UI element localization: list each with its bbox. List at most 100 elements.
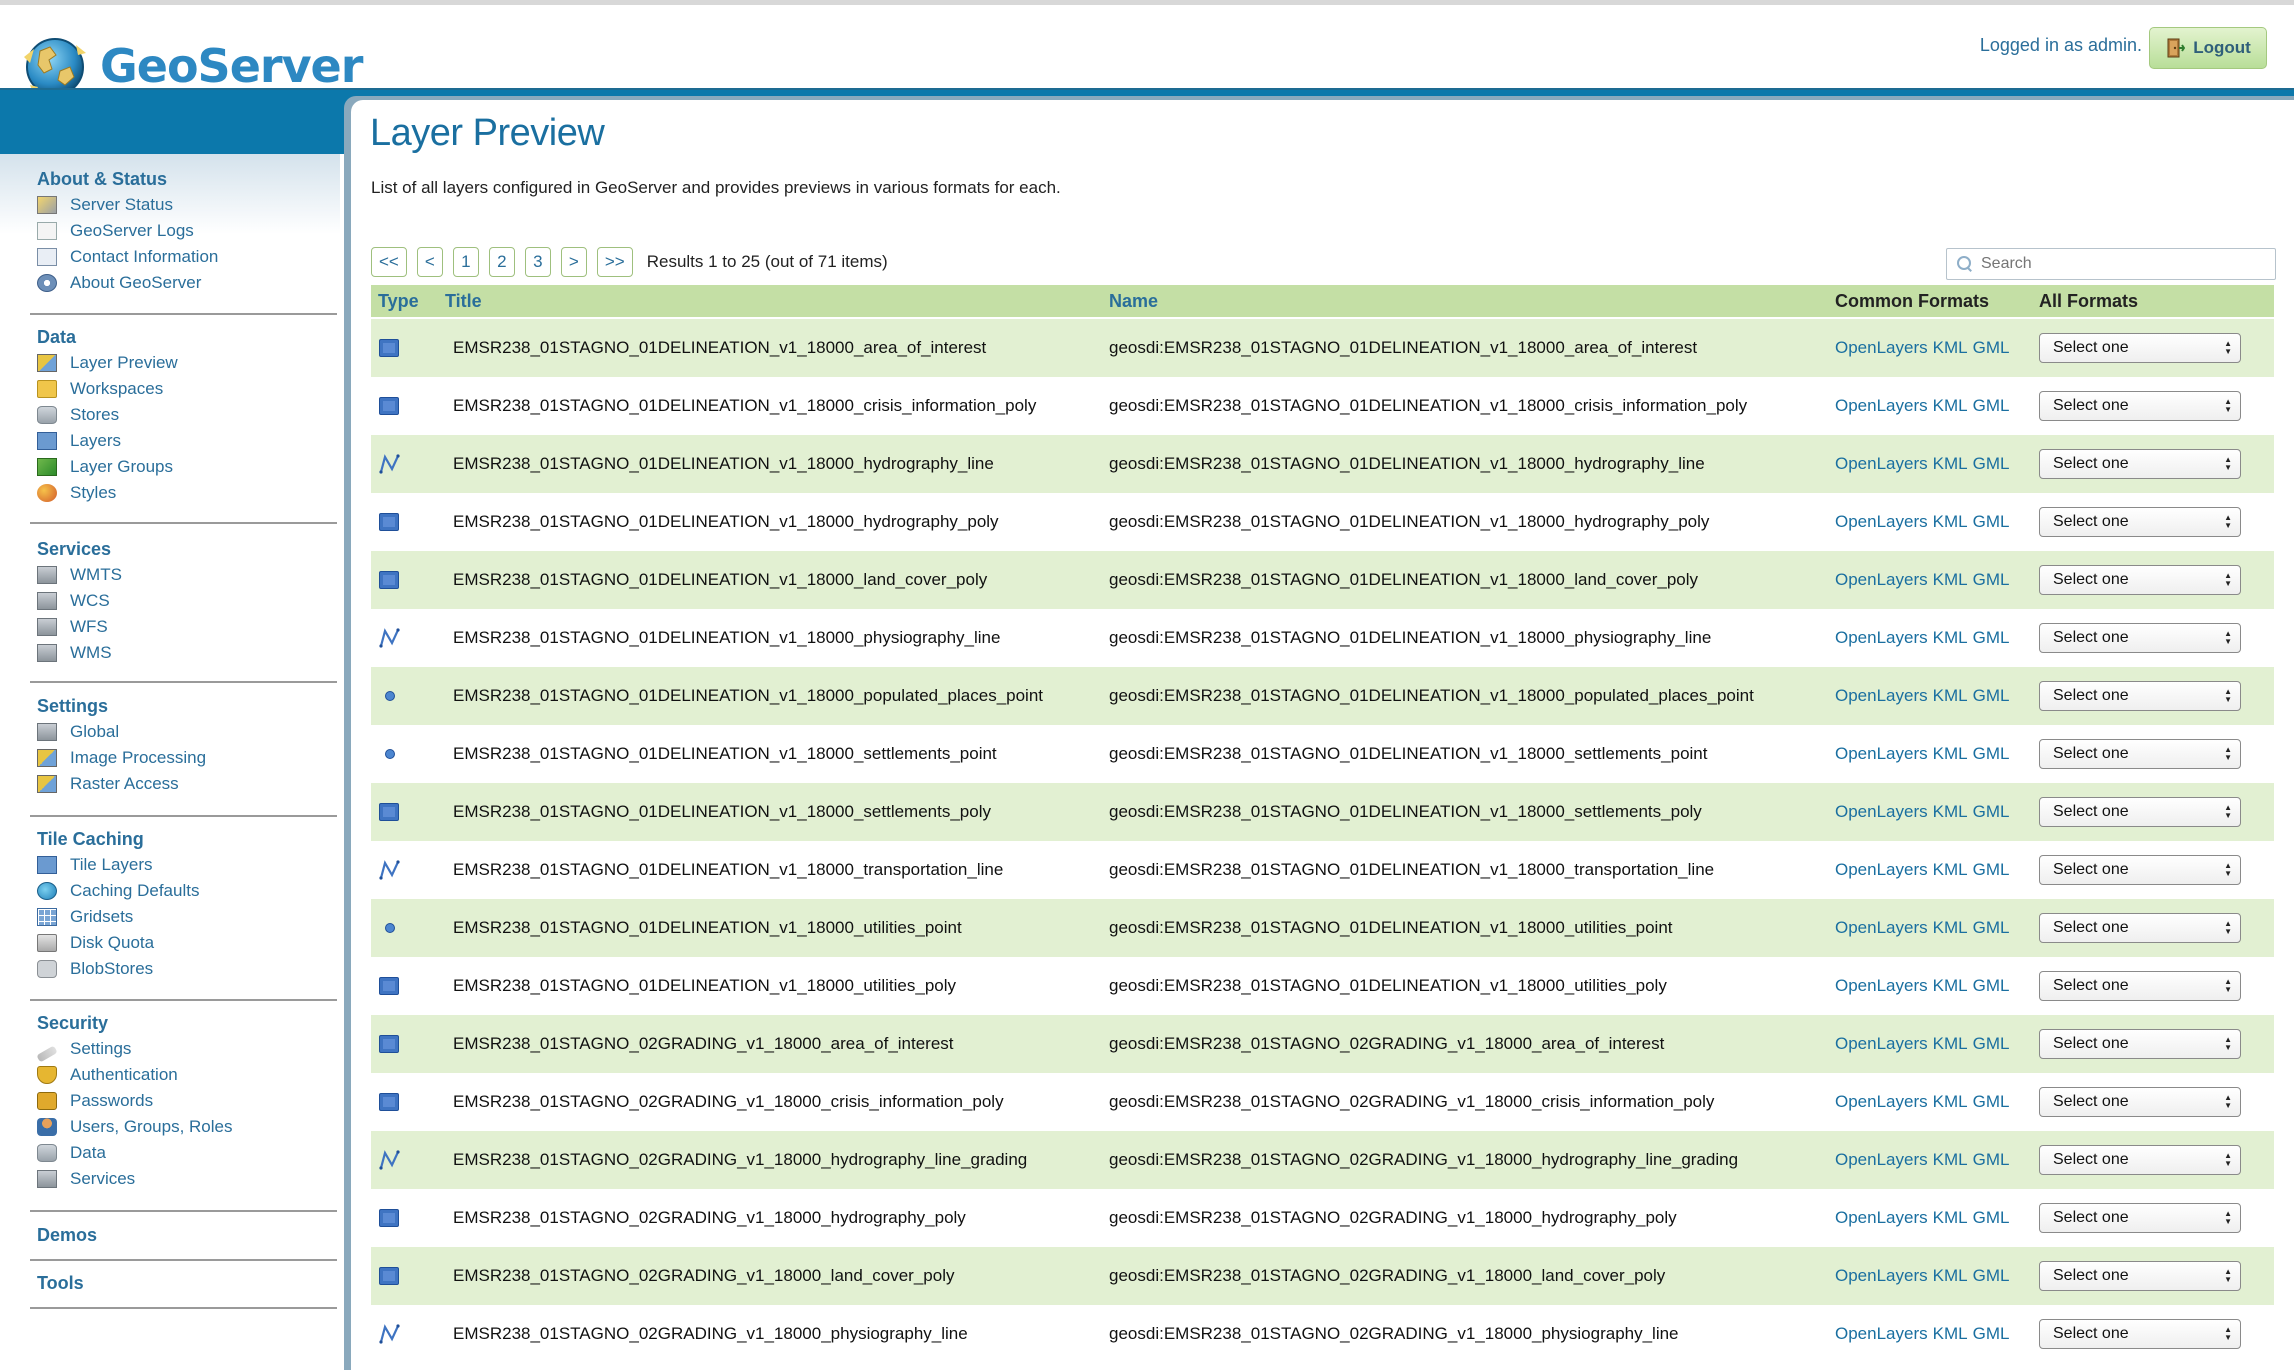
openlayers-link[interactable]: OpenLayers: [1835, 1034, 1928, 1053]
gml-link[interactable]: GML: [1973, 860, 2010, 879]
nav-heading[interactable]: Services: [30, 536, 337, 562]
next-page-button[interactable]: >: [560, 247, 587, 277]
sidebar-item-users-groups-roles[interactable]: Users, Groups, Roles: [30, 1114, 337, 1140]
kml-link[interactable]: KML: [1933, 338, 1968, 357]
gml-link[interactable]: GML: [1973, 454, 2010, 473]
format-select[interactable]: Select one ▲ ▼: [2039, 565, 2241, 595]
nav-heading[interactable]: Security: [30, 1010, 337, 1036]
search-input[interactable]: [1981, 255, 2261, 273]
kml-link[interactable]: KML: [1933, 918, 1968, 937]
sidebar-item-stores[interactable]: Stores: [30, 402, 337, 428]
openlayers-link[interactable]: OpenLayers: [1835, 1208, 1928, 1227]
format-select[interactable]: Select one ▲ ▼: [2039, 333, 2241, 363]
sidebar-item-about-geoserver[interactable]: About GeoServer: [30, 270, 337, 296]
sidebar-item-global[interactable]: Global: [30, 719, 337, 745]
gml-link[interactable]: GML: [1973, 1092, 2010, 1111]
kml-link[interactable]: KML: [1933, 628, 1968, 647]
kml-link[interactable]: KML: [1933, 976, 1968, 995]
page-3-button[interactable]: 3: [524, 247, 551, 277]
column-header-title[interactable]: Title: [439, 291, 1103, 312]
nav-heading[interactable]: About & Status: [30, 166, 337, 192]
nav-heading-demos[interactable]: Demos: [30, 1222, 337, 1248]
gml-link[interactable]: GML: [1973, 628, 2010, 647]
kml-link[interactable]: KML: [1933, 860, 1968, 879]
openlayers-link[interactable]: OpenLayers: [1835, 628, 1928, 647]
openlayers-link[interactable]: OpenLayers: [1835, 512, 1928, 531]
openlayers-link[interactable]: OpenLayers: [1835, 1324, 1928, 1343]
openlayers-link[interactable]: OpenLayers: [1835, 860, 1928, 879]
kml-link[interactable]: KML: [1933, 512, 1968, 531]
format-select[interactable]: Select one ▲ ▼: [2039, 681, 2241, 711]
sidebar-item-layer-groups[interactable]: Layer Groups: [30, 454, 337, 480]
kml-link[interactable]: KML: [1933, 454, 1968, 473]
openlayers-link[interactable]: OpenLayers: [1835, 396, 1928, 415]
sidebar-item-wfs[interactable]: WFS: [30, 614, 337, 640]
kml-link[interactable]: KML: [1933, 1150, 1968, 1169]
nav-heading-tools[interactable]: Tools: [30, 1270, 337, 1296]
sidebar-item-disk-quota[interactable]: Disk Quota: [30, 930, 337, 956]
gml-link[interactable]: GML: [1973, 744, 2010, 763]
gml-link[interactable]: GML: [1973, 338, 2010, 357]
format-select[interactable]: Select one ▲ ▼: [2039, 623, 2241, 653]
openlayers-link[interactable]: OpenLayers: [1835, 976, 1928, 995]
format-select[interactable]: Select one ▲ ▼: [2039, 1029, 2241, 1059]
sidebar-item-workspaces[interactable]: Workspaces: [30, 376, 337, 402]
kml-link[interactable]: KML: [1933, 396, 1968, 415]
sidebar-item-gridsets[interactable]: Gridsets: [30, 904, 337, 930]
openlayers-link[interactable]: OpenLayers: [1835, 1266, 1928, 1285]
gml-link[interactable]: GML: [1973, 918, 2010, 937]
openlayers-link[interactable]: OpenLayers: [1835, 686, 1928, 705]
kml-link[interactable]: KML: [1933, 1092, 1968, 1111]
sidebar-item-contact-information[interactable]: Contact Information: [30, 244, 337, 270]
openlayers-link[interactable]: OpenLayers: [1835, 1092, 1928, 1111]
gml-link[interactable]: GML: [1973, 512, 2010, 531]
gml-link[interactable]: GML: [1973, 686, 2010, 705]
sidebar-item-layers[interactable]: Layers: [30, 428, 337, 454]
format-select[interactable]: Select one ▲ ▼: [2039, 449, 2241, 479]
format-select[interactable]: Select one ▲ ▼: [2039, 1145, 2241, 1175]
openlayers-link[interactable]: OpenLayers: [1835, 454, 1928, 473]
logout-button[interactable]: Logout: [2149, 27, 2267, 69]
column-header-name[interactable]: Name: [1103, 291, 1835, 312]
gml-link[interactable]: GML: [1973, 1208, 2010, 1227]
format-select[interactable]: Select one ▲ ▼: [2039, 913, 2241, 943]
sidebar-item-styles[interactable]: Styles: [30, 480, 337, 506]
openlayers-link[interactable]: OpenLayers: [1835, 918, 1928, 937]
format-select[interactable]: Select one ▲ ▼: [2039, 1087, 2241, 1117]
gml-link[interactable]: GML: [1973, 396, 2010, 415]
format-select[interactable]: Select one ▲ ▼: [2039, 1261, 2241, 1291]
gml-link[interactable]: GML: [1973, 802, 2010, 821]
kml-link[interactable]: KML: [1933, 1034, 1968, 1053]
gml-link[interactable]: GML: [1973, 976, 2010, 995]
kml-link[interactable]: KML: [1933, 1208, 1968, 1227]
search-box[interactable]: [1946, 248, 2276, 280]
sidebar-item-passwords[interactable]: Passwords: [30, 1088, 337, 1114]
gml-link[interactable]: GML: [1973, 1266, 2010, 1285]
openlayers-link[interactable]: OpenLayers: [1835, 570, 1928, 589]
sidebar-item-security-settings[interactable]: Settings: [30, 1036, 337, 1063]
openlayers-link[interactable]: OpenLayers: [1835, 338, 1928, 357]
sidebar-item-blobstores[interactable]: BlobStores: [30, 956, 337, 982]
first-page-button[interactable]: <<: [371, 247, 407, 277]
format-select[interactable]: Select one ▲ ▼: [2039, 1203, 2241, 1233]
page-2-button[interactable]: 2: [488, 247, 515, 277]
kml-link[interactable]: KML: [1933, 1266, 1968, 1285]
format-select[interactable]: Select one ▲ ▼: [2039, 855, 2241, 885]
sidebar-item-wmts[interactable]: WMTS: [30, 562, 337, 588]
format-select[interactable]: Select one ▲ ▼: [2039, 739, 2241, 769]
prev-page-button[interactable]: <: [416, 247, 443, 277]
sidebar-item-raster-access[interactable]: Raster Access: [30, 771, 337, 797]
sidebar-item-security-data[interactable]: Data: [30, 1140, 337, 1166]
kml-link[interactable]: KML: [1933, 570, 1968, 589]
openlayers-link[interactable]: OpenLayers: [1835, 802, 1928, 821]
gml-link[interactable]: GML: [1973, 1150, 2010, 1169]
kml-link[interactable]: KML: [1933, 802, 1968, 821]
format-select[interactable]: Select one ▲ ▼: [2039, 507, 2241, 537]
sidebar-item-authentication[interactable]: Authentication: [30, 1062, 337, 1088]
sidebar-item-image-processing[interactable]: Image Processing: [30, 745, 337, 771]
last-page-button[interactable]: >>: [596, 247, 633, 277]
sidebar-item-wms[interactable]: WMS: [30, 640, 337, 666]
sidebar-item-wcs[interactable]: WCS: [30, 588, 337, 614]
gml-link[interactable]: GML: [1973, 570, 2010, 589]
sidebar-item-tile-layers[interactable]: Tile Layers: [30, 852, 337, 878]
